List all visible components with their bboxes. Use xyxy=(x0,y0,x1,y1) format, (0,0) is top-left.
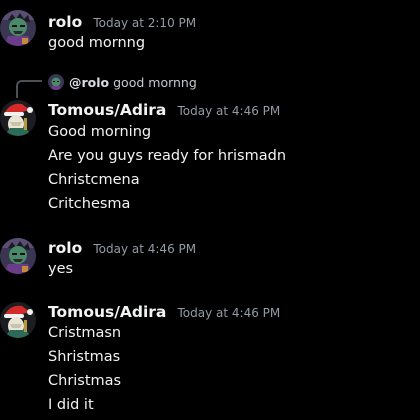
message-text: Are you guys ready for hrismadn xyxy=(48,148,287,164)
tomous-santa-avatar-icon[interactable] xyxy=(0,100,36,136)
timestamp: Today at 4:46 PM xyxy=(177,306,281,320)
reply-reference[interactable]: @rolo good mornng xyxy=(48,74,197,90)
timestamp: Today at 2:10 PM xyxy=(93,16,197,30)
rolo-mini-avatar-icon xyxy=(48,74,64,90)
message-text: good mornng xyxy=(48,35,146,51)
message-text: Critchesma xyxy=(48,196,131,212)
reply-spine xyxy=(16,80,42,98)
message-header: Tomous/Adira Today at 4:46 PM xyxy=(48,100,280,119)
username[interactable]: rolo xyxy=(48,239,82,257)
reply-preview-text: good mornng xyxy=(113,74,197,90)
message-text: Cristmasn xyxy=(48,325,122,341)
message-text: Christmas xyxy=(48,373,122,389)
timestamp: Today at 4:46 PM xyxy=(93,242,197,256)
message-header: Tomous/Adira Today at 4:46 PM xyxy=(48,302,280,321)
message-text: yes xyxy=(48,261,74,277)
username[interactable]: Tomous/Adira xyxy=(48,303,166,321)
rolo-avatar-icon[interactable] xyxy=(0,10,36,46)
message-header: rolo Today at 4:46 PM xyxy=(48,238,196,257)
tomous-santa-avatar-icon[interactable] xyxy=(0,302,36,338)
message-text: Shristmas xyxy=(48,349,121,365)
message-header: rolo Today at 2:10 PM xyxy=(48,12,196,31)
message-text: Christcmena xyxy=(48,172,140,188)
timestamp: Today at 4:46 PM xyxy=(177,104,281,118)
rolo-avatar-icon[interactable] xyxy=(0,238,36,274)
username[interactable]: Tomous/Adira xyxy=(48,101,166,119)
message-text: Good morning xyxy=(48,124,152,140)
message-text: I did it xyxy=(48,397,94,413)
reply-mention[interactable]: @rolo xyxy=(69,75,109,90)
username[interactable]: rolo xyxy=(48,13,82,31)
